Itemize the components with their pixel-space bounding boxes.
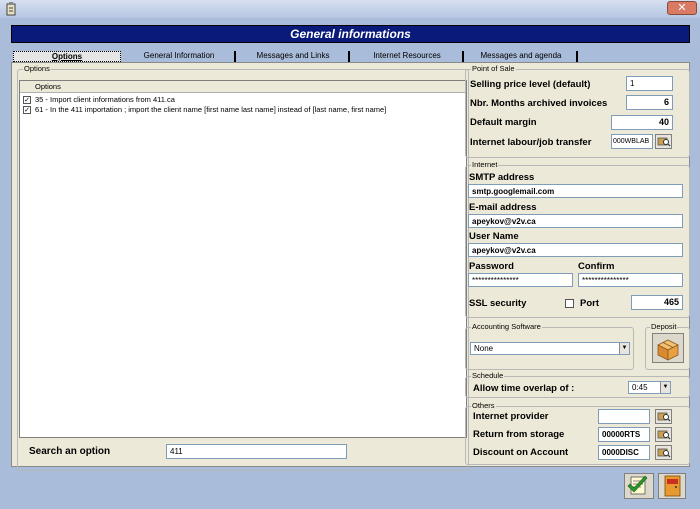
close-icon: ✕ <box>677 1 687 14</box>
months-archived-label: Nbr. Months archived invoices <box>470 98 608 109</box>
save-button[interactable] <box>624 473 654 499</box>
chevron-down-icon[interactable]: ▼ <box>619 343 629 354</box>
return-storage-label: Return from storage <box>473 429 565 440</box>
return-storage-field[interactable]: 00000RTS <box>598 427 650 442</box>
options-group-title: Options <box>23 64 51 74</box>
tab-general-information[interactable]: General Information <box>124 51 236 62</box>
save-icon <box>627 475 648 495</box>
lookup-icon <box>657 137 671 147</box>
time-overlap-select[interactable]: 0:45 ▼ <box>628 381 671 394</box>
option-text: 61 - In the 411 importation ; import the… <box>35 105 387 114</box>
default-margin-label: Default margin <box>470 117 537 128</box>
internet-group-title: Internet <box>471 160 499 170</box>
deposit-box-icon <box>657 339 679 361</box>
app-icon <box>6 2 16 16</box>
schedule-group-title: Schedule <box>471 371 505 381</box>
lookup-icon <box>657 448 671 458</box>
ssl-security-label: SSL security <box>469 298 527 309</box>
option-text: 35 - Import client informations from 411… <box>35 95 175 104</box>
option-checkbox[interactable]: ✓ <box>23 106 31 114</box>
options-tab-panel: Options Options ✓ 35 - Import client inf… <box>11 62 690 471</box>
labour-lookup-button[interactable] <box>655 134 672 149</box>
internet-provider-field[interactable] <box>598 409 650 424</box>
discount-account-label: Discount on Account <box>473 447 569 458</box>
internet-provider-label: Internet provider <box>473 411 549 422</box>
time-overlap-label: Allow time overlap of : <box>473 383 575 394</box>
lookup-icon <box>657 412 671 422</box>
ssl-security-checkbox[interactable] <box>565 299 574 308</box>
option-checkbox[interactable]: ✓ <box>23 96 31 104</box>
discount-lookup-button[interactable] <box>655 445 672 460</box>
password-label: Password <box>469 261 514 272</box>
others-group-title: Others <box>471 401 496 411</box>
discount-account-field[interactable]: 0000DISC <box>598 445 650 460</box>
chevron-down-icon[interactable]: ▼ <box>660 382 670 393</box>
tab-internet-resources[interactable]: Internet Resources <box>352 51 464 62</box>
options-column-header[interactable]: Options <box>20 81 466 93</box>
price-level-field[interactable]: 1 <box>626 76 673 91</box>
deposit-group-title: Deposit <box>650 322 678 332</box>
close-button[interactable]: ✕ <box>667 1 697 15</box>
exit-icon <box>664 475 681 497</box>
tab-messages-and-links[interactable]: Messages and Links <box>238 51 350 62</box>
pos-group-title: Point of Sale <box>471 64 516 74</box>
page-title: General informations <box>11 25 690 43</box>
lookup-icon <box>657 430 671 440</box>
exit-button[interactable] <box>658 473 686 499</box>
tab-messages-and-agenda[interactable]: Messages and agenda <box>466 51 578 62</box>
time-overlap-value: 0:45 <box>632 383 648 392</box>
provider-lookup-button[interactable] <box>655 409 672 424</box>
storage-lookup-button[interactable] <box>655 427 672 442</box>
port-label: Port <box>580 298 599 309</box>
accounting-group-title: Accounting Software <box>471 322 542 332</box>
confirm-password-field[interactable]: *************** <box>578 273 683 287</box>
deposit-button[interactable] <box>652 333 684 363</box>
list-item[interactable]: ✓ 35 - Import client informations from 4… <box>20 95 466 105</box>
smtp-label: SMTP address <box>469 172 535 183</box>
list-item[interactable]: ✓ 61 - In the 411 importation ; import t… <box>20 105 466 115</box>
confirm-label: Confirm <box>578 261 615 272</box>
user-name-field[interactable]: apeykov@v2v.ca <box>468 243 683 257</box>
options-list[interactable]: Options ✓ 35 - Import client information… <box>19 80 467 438</box>
title-bar <box>0 0 700 18</box>
search-option-label: Search an option <box>29 446 111 457</box>
password-field[interactable]: *************** <box>468 273 573 287</box>
price-level-label: Selling price level (default) <box>470 79 591 90</box>
email-field[interactable]: apeykov@v2v.ca <box>468 214 683 228</box>
user-name-label: User Name <box>469 231 519 242</box>
labour-transfer-label: Internet labour/job transfer <box>470 137 592 148</box>
months-archived-field[interactable]: 6 <box>626 95 673 110</box>
smtp-field[interactable]: smtp.googlemail.com <box>468 184 683 198</box>
port-field[interactable]: 465 <box>631 295 683 310</box>
default-margin-field[interactable]: 40 <box>611 115 673 130</box>
labour-transfer-field[interactable]: 000WBLAB <box>611 134 653 149</box>
accounting-software-select[interactable]: None ▼ <box>470 342 630 355</box>
search-option-input[interactable]: 411 <box>166 444 347 459</box>
tab-options[interactable]: Options <box>13 51 121 62</box>
accounting-selected-value: None <box>474 344 494 353</box>
email-label: E-mail address <box>469 202 537 213</box>
